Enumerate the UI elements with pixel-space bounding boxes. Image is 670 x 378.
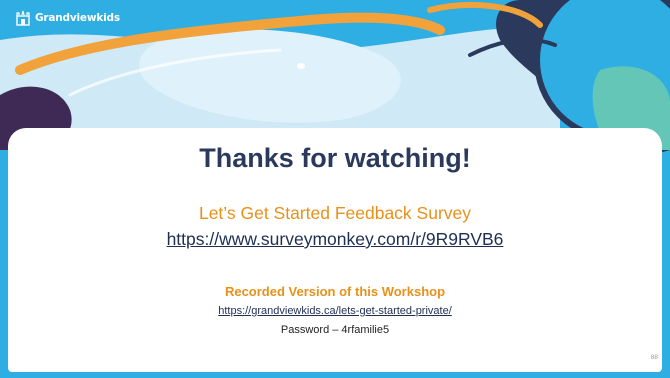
recorded-workshop-link[interactable]: https://grandviewkids.ca/lets-get-starte… <box>0 305 670 317</box>
recorded-workshop-title: Recorded Version of this Workshop <box>224 284 446 299</box>
survey-link[interactable]: https://www.surveymonkey.com/r/9R9RVB6 <box>0 229 670 250</box>
logo-text: Grandviewkids <box>35 12 120 24</box>
castle-logo-icon <box>16 10 30 26</box>
slide: Grandviewkids Thanks for watching! Let’s… <box>0 0 670 378</box>
grandviewkids-logo: Grandviewkids <box>14 9 120 27</box>
password-text: Password – 4rfamilie5 <box>280 324 390 336</box>
slide-heading: Thanks for watching! <box>199 143 471 173</box>
slide-number: 88 <box>650 354 658 361</box>
survey-title: Let’s Get Started Feedback Survey <box>198 203 472 223</box>
